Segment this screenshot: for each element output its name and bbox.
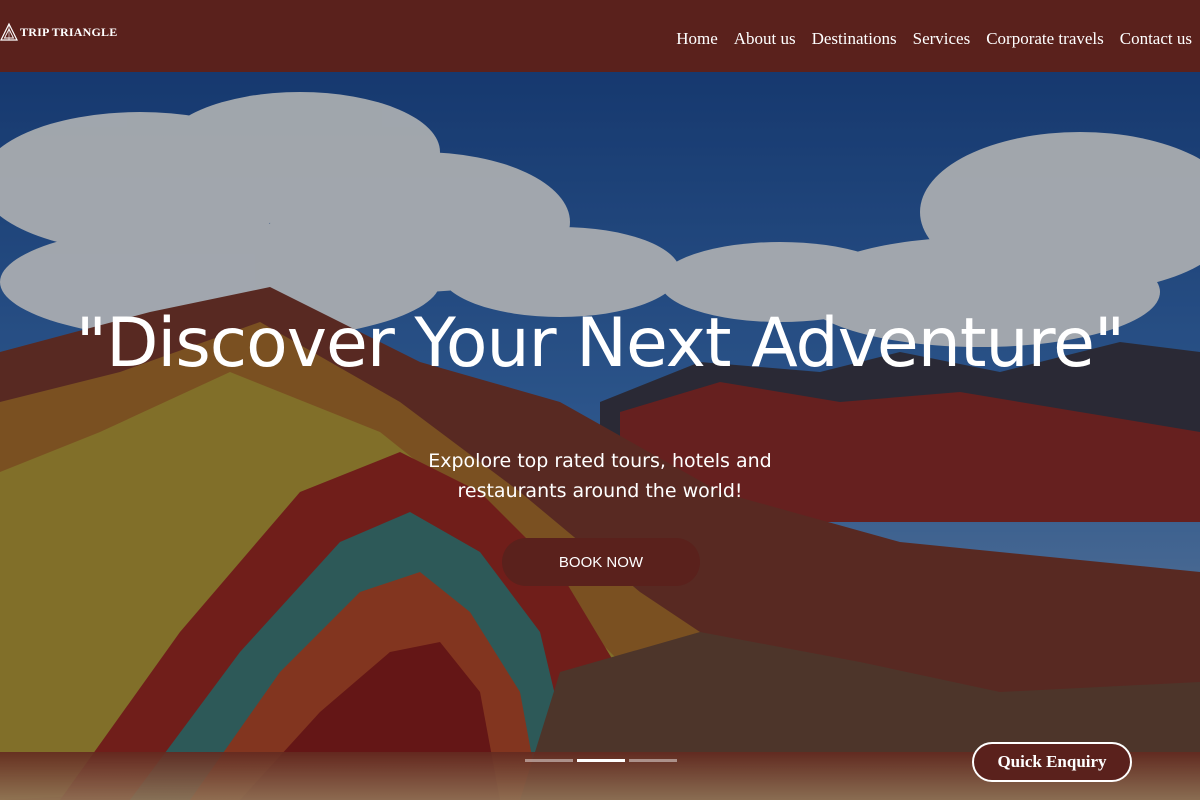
brand-name: TRIP TRIANGLE [20, 24, 118, 39]
quick-enquiry-button[interactable]: Quick Enquiry [972, 742, 1132, 782]
book-now-button[interactable]: BOOK NOW [502, 538, 700, 586]
site-header: TRIP TRIANGLE Home About us Destinations… [0, 0, 1200, 72]
slide-indicator-3[interactable] [629, 759, 677, 762]
nav-contact-us[interactable]: Contact us [1120, 29, 1192, 49]
main-nav: Home About us Destinations Services Corp… [660, 29, 1192, 49]
nav-services[interactable]: Services [913, 29, 971, 49]
nav-corporate-travels[interactable]: Corporate travels [986, 29, 1104, 49]
hero-headline: "Discover Your Next Adventure" [75, 304, 1125, 383]
slider-indicators [525, 759, 681, 762]
slide-indicator-2[interactable] [577, 759, 625, 762]
brand-logo[interactable]: TRIP TRIANGLE [0, 22, 117, 42]
triangle-logo-icon [0, 22, 18, 41]
nav-destinations[interactable]: Destinations [812, 29, 897, 49]
nav-home[interactable]: Home [676, 29, 718, 49]
slide-indicator-1[interactable] [525, 759, 573, 762]
hero-section: "Discover Your Next Adventure" Expolore … [0, 72, 1200, 800]
nav-about-us[interactable]: About us [734, 29, 796, 49]
hero-subtext: Expolore top rated tours, hotels and res… [428, 450, 772, 502]
hero-dim-overlay [0, 72, 1200, 800]
